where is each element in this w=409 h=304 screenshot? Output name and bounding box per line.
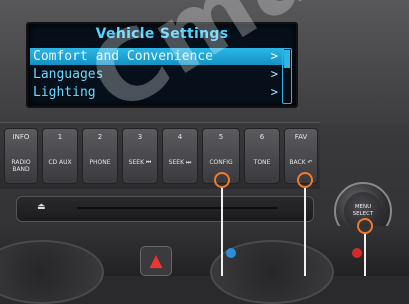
menu-item-comfort[interactable]: Comfort and Convenience > xyxy=(30,48,284,65)
callout-marker-back xyxy=(297,172,313,188)
cd-slot[interactable]: ⏏ xyxy=(16,196,314,222)
button-bottom-label: CONFIG xyxy=(209,159,233,166)
preset-4-button[interactable]: 4 SEEK ⏭ xyxy=(162,128,198,184)
menu-scrollbar[interactable] xyxy=(282,48,292,104)
button-bottom-label: SEEK ⏭ xyxy=(168,159,192,166)
infotainment-display: Vehicle Settings Comfort and Convenience… xyxy=(26,22,298,108)
button-top-label: FAV xyxy=(294,133,308,141)
tone-button[interactable]: 6 TONE xyxy=(244,128,280,184)
button-bottom-label: RADIO BAND xyxy=(11,159,31,173)
knob-label-line2: SELECT xyxy=(352,211,374,217)
chevron-right-icon: > xyxy=(270,67,278,81)
menu-item-label: Lighting xyxy=(33,85,96,100)
info-button[interactable]: INFO RADIO BAND xyxy=(4,128,38,184)
button-top-label: 5 xyxy=(218,133,224,141)
button-top-label: 6 xyxy=(259,133,265,141)
callout-leader-config xyxy=(221,186,223,276)
hot-indicator xyxy=(352,248,362,258)
button-top-label: 1 xyxy=(57,133,63,141)
callout-marker-config xyxy=(214,172,230,188)
menu-item-languages[interactable]: Languages > xyxy=(30,66,284,83)
button-top-label: 2 xyxy=(97,133,103,141)
scroll-thumb[interactable] xyxy=(284,50,290,68)
preset-3-button[interactable]: 3 SEEK ⏮ xyxy=(122,128,158,184)
callout-leader-knob xyxy=(364,232,366,276)
button-bottom-label: SEEK ⏮ xyxy=(128,159,152,166)
button-bottom-label: TONE xyxy=(253,159,271,166)
button-bottom-label: BACK ↶ xyxy=(289,159,313,166)
cold-indicator xyxy=(226,248,236,258)
menu-item-label: Languages xyxy=(33,67,104,82)
callout-leader-back xyxy=(304,186,306,276)
menu-item-label: Comfort and Convenience xyxy=(33,49,214,64)
button-bottom-label: CD AUX xyxy=(48,159,72,166)
chevron-right-icon: > xyxy=(270,49,278,63)
button-top-label: 3 xyxy=(137,133,143,141)
chevron-right-icon: > xyxy=(270,85,278,99)
button-top-label: 4 xyxy=(177,133,183,141)
preset-2-button[interactable]: 2 PHONE xyxy=(82,128,118,184)
preset-1-button[interactable]: 1 CD AUX xyxy=(42,128,78,184)
disc-opening xyxy=(77,207,277,209)
button-bottom-label: PHONE xyxy=(89,159,111,166)
menu-item-lighting[interactable]: Lighting > xyxy=(30,84,284,101)
knob-label-line1: MENU xyxy=(354,204,372,210)
hazard-icon: ▲ xyxy=(149,251,163,271)
eject-icon[interactable]: ⏏ xyxy=(37,202,46,212)
screen-title: Vehicle Settings xyxy=(95,26,229,42)
callout-marker-knob xyxy=(357,218,373,234)
hazard-button[interactable]: ▲ xyxy=(140,246,172,276)
button-top-label: INFO xyxy=(12,133,30,141)
